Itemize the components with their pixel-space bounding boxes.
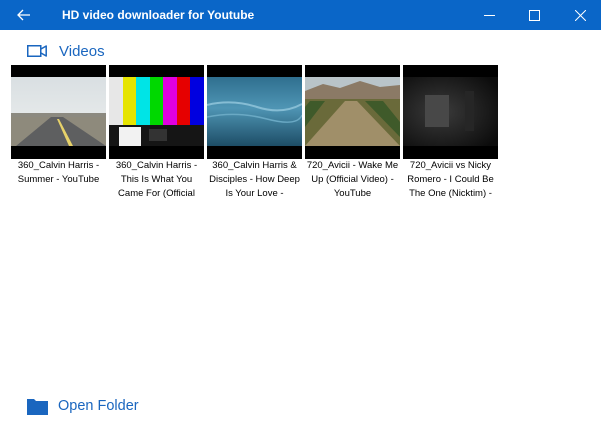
open-folder-label: Open Folder — [58, 398, 139, 414]
video-caption: 360_Calvin Harris - This Is What You Cam… — [115, 160, 198, 199]
video-thumbnail[interactable] — [11, 65, 106, 159]
videos-header: Videos — [27, 40, 105, 62]
video-thumbnail[interactable] — [403, 65, 498, 159]
video-caption: 360_Calvin Harris - Summer - YouTube — [17, 160, 100, 185]
water-thumbnail-image — [207, 77, 302, 146]
video-thumbnail[interactable] — [109, 65, 204, 159]
video-thumbnail[interactable] — [305, 65, 400, 159]
road-thumbnail-image — [11, 77, 106, 146]
maximize-button[interactable] — [511, 0, 557, 30]
back-arrow-icon — [17, 9, 30, 21]
dark-scene-thumbnail-image — [403, 77, 498, 146]
open-folder-button[interactable]: Open Folder — [27, 394, 139, 418]
video-caption: 720_Avicii - Wake Me Up (Official Video)… — [306, 160, 399, 199]
vineyard-thumbnail-image — [305, 77, 400, 146]
folder-icon — [27, 398, 48, 415]
video-caption: 720_Avicii vs Nicky Romero - I Could Be … — [407, 160, 494, 199]
video-thumbnail[interactable] — [207, 65, 302, 159]
color-bars-thumbnail-image — [109, 77, 204, 146]
videos-section-title: Videos — [59, 42, 105, 60]
close-icon — [574, 9, 586, 21]
minimize-icon — [483, 14, 495, 16]
maximize-icon — [528, 9, 540, 21]
minimize-button[interactable] — [466, 0, 512, 30]
window-title: HD video downloader for Youtube — [62, 8, 255, 22]
title-bar: HD video downloader for Youtube — [0, 0, 601, 30]
close-button[interactable] — [557, 0, 601, 30]
video-camera-icon — [27, 45, 47, 57]
video-caption: 360_Calvin Harris & Disciples - How Deep… — [209, 160, 300, 199]
back-button[interactable] — [0, 0, 48, 30]
